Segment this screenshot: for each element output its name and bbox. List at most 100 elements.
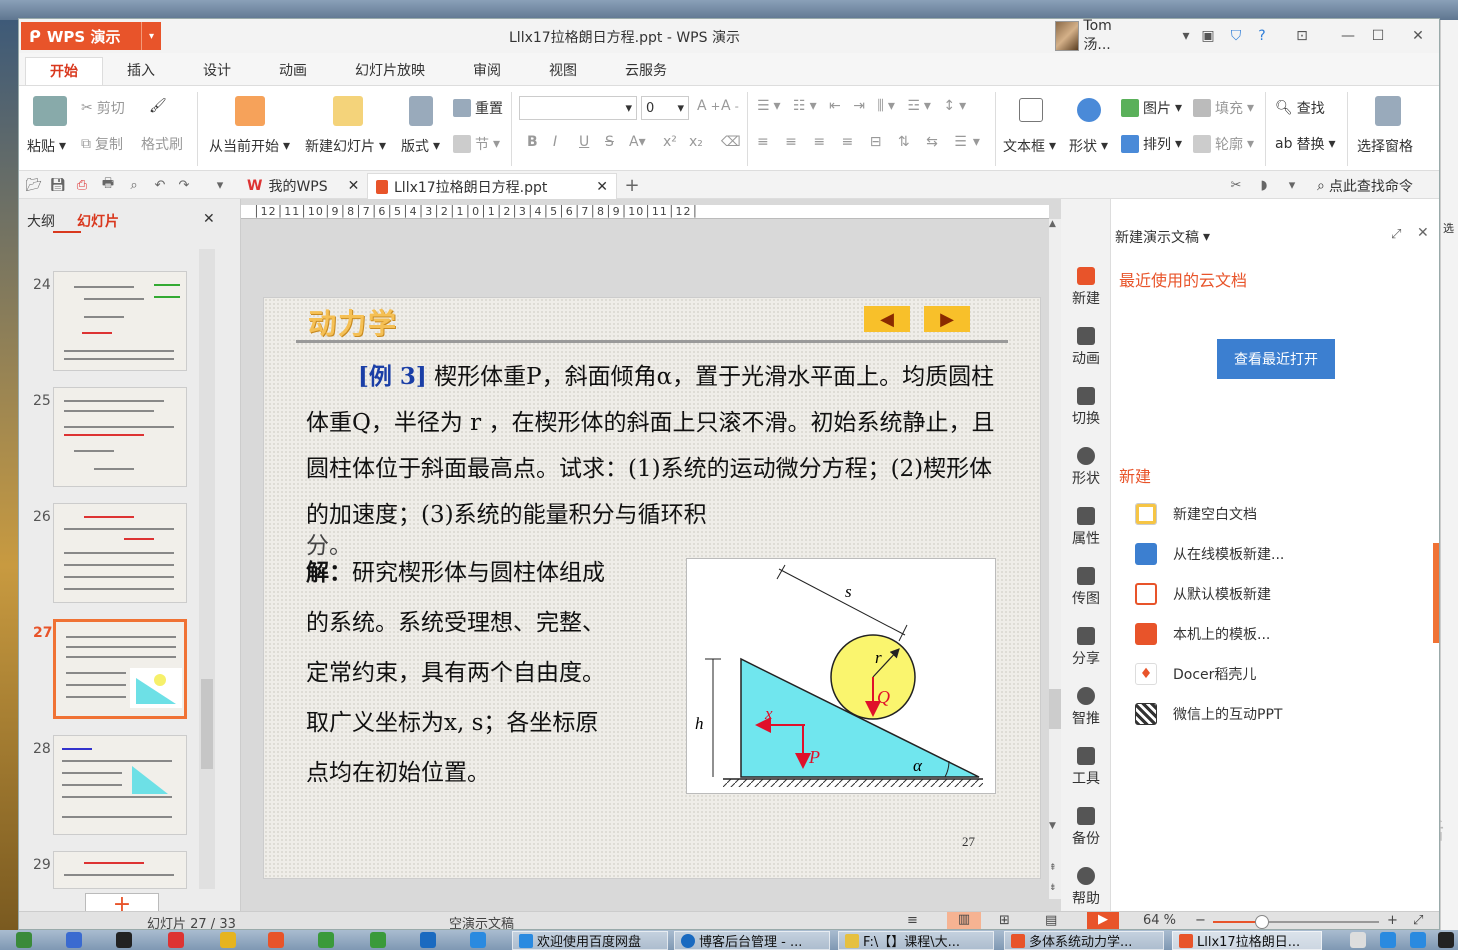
task-share[interactable]: 分享 xyxy=(1061,627,1111,668)
task-recommend[interactable]: 智推 xyxy=(1061,687,1111,728)
fill-button[interactable]: 填充 ▾ xyxy=(1193,98,1254,118)
tab-cloud[interactable]: 云服务 xyxy=(601,57,691,85)
restore-ribbon-icon[interactable]: ⊡ xyxy=(1291,25,1313,47)
bold-button[interactable]: B xyxy=(527,134,538,150)
task-upload[interactable]: 传图 xyxy=(1061,567,1111,608)
docer-templates[interactable]: ♦ Docer稻壳儿 xyxy=(1135,663,1256,685)
print-preview-icon[interactable]: ⌕ xyxy=(125,176,143,194)
app-icon[interactable] xyxy=(116,932,132,948)
tray-icon[interactable] xyxy=(1350,932,1366,948)
previous-slide-button[interactable]: ◀ xyxy=(864,306,910,332)
task-properties[interactable]: 属性 xyxy=(1061,507,1111,548)
open-icon[interactable]: 📂︎ xyxy=(25,176,43,194)
picture-button[interactable]: 图片 ▾ xyxy=(1121,98,1182,118)
taskbar-baidu-netdisk[interactable]: 欢迎使用百度网盘 xyxy=(512,931,668,950)
local-templates[interactable]: 本机上的模板... xyxy=(1135,623,1270,645)
format-painter-icon[interactable]: 🖌 xyxy=(149,98,167,114)
reading-view-icon[interactable]: ▤ xyxy=(1045,913,1057,928)
copy-button[interactable]: ⧉ 复制 xyxy=(81,134,123,154)
paragraph-tools-row1[interactable]: ☰▾ ☷▾ ⇤ ⇥ ⫼▾ ☲▾ ↕▾ xyxy=(757,98,970,114)
notes-icon[interactable]: ≡ xyxy=(907,913,918,928)
shape-button[interactable]: 形状 ▾ xyxy=(1069,136,1108,156)
task-new[interactable]: 新建 xyxy=(1061,267,1111,308)
from-current-button[interactable]: 从当前开始 ▾ xyxy=(209,136,290,156)
zoom-out-icon[interactable]: − xyxy=(1195,913,1206,928)
redo-icon[interactable]: ↷ xyxy=(175,176,193,194)
undock-icon[interactable]: ⤢ xyxy=(1391,227,1401,242)
skin-icon[interactable]: ▣ xyxy=(1197,25,1219,47)
close-icon[interactable]: ✕ xyxy=(596,179,608,195)
next-page-icon[interactable]: ⇟ xyxy=(1049,883,1057,893)
app-icon[interactable] xyxy=(66,932,82,948)
new-from-online-template[interactable]: 从在线模板新建... xyxy=(1135,543,1284,565)
taskbar-multibody[interactable]: 多体系统动力学... xyxy=(1004,931,1164,950)
zoom-slider-thumb[interactable] xyxy=(1255,915,1269,929)
thumbnail-scrollbar[interactable] xyxy=(199,249,215,889)
taskbar-explorer[interactable]: F:\【】课程\大... xyxy=(838,931,994,950)
tab-my-wps[interactable]: W 我的WPS ✕ xyxy=(239,173,367,199)
font-size-select[interactable]: 0 ▾ xyxy=(641,96,689,120)
slide-thumbnail-24[interactable] xyxy=(53,271,187,371)
close-icon[interactable]: ✕ xyxy=(1417,225,1429,241)
new-blank-doc[interactable]: 新建空白文档 xyxy=(1135,503,1257,525)
tab-review[interactable]: 审阅 xyxy=(449,57,525,85)
selection-pane-button[interactable]: 选择窗格 xyxy=(1357,136,1413,156)
search-command[interactable]: ⌕ 点此查找命令 xyxy=(1317,176,1413,196)
print-icon[interactable]: 🖶 xyxy=(99,176,117,194)
slide-thumbnail-26[interactable] xyxy=(53,503,187,603)
close-icon[interactable]: ✕ xyxy=(348,178,360,194)
app-icon[interactable] xyxy=(318,932,334,948)
slideshow-icon[interactable] xyxy=(235,96,265,126)
prev-page-icon[interactable]: ⇞ xyxy=(1049,863,1057,873)
underline-button[interactable]: U xyxy=(579,134,589,150)
slide-thumbnail-29[interactable] xyxy=(53,851,187,889)
panel-collapse-handle[interactable] xyxy=(1433,543,1439,643)
paste-icon[interactable] xyxy=(33,96,67,126)
strikethrough-button[interactable]: S xyxy=(605,134,614,150)
cut-button[interactable]: ✂ 剪切 xyxy=(81,98,125,118)
chevron-down-icon[interactable]: ▾ xyxy=(141,22,161,50)
zoom-in-icon[interactable]: + xyxy=(1387,913,1398,928)
chevron-down-icon[interactable]: ▾ xyxy=(1175,25,1197,47)
app-icon[interactable] xyxy=(168,932,184,948)
slide-sorter-icon[interactable]: ⊞ xyxy=(999,913,1010,928)
panel-header[interactable]: 新建演示文稿 ▾ xyxy=(1115,227,1210,247)
superscript-button[interactable]: x² xyxy=(663,134,677,150)
subscript-button[interactable]: x₂ xyxy=(689,134,703,150)
tab-design[interactable]: 设计 xyxy=(179,57,255,85)
tab-slideshow[interactable]: 幻灯片放映 xyxy=(331,57,449,85)
app-icon[interactable] xyxy=(420,932,436,948)
undo-icon[interactable]: ↶ xyxy=(151,176,169,194)
tool-icon[interactable]: ▾ xyxy=(1283,176,1301,194)
user-account[interactable]: Tom汤... xyxy=(1055,19,1125,53)
task-help[interactable]: 帮助 xyxy=(1061,867,1111,908)
font-color-button[interactable]: A▾ xyxy=(629,134,646,150)
textbox-icon[interactable] xyxy=(1019,98,1043,122)
tab-document[interactable]: Lllx17拉格朗日方程.ppt ✕ xyxy=(367,173,617,199)
tray-icon[interactable] xyxy=(1410,932,1426,948)
task-backup[interactable]: 备份 xyxy=(1061,807,1111,848)
app-icon[interactable] xyxy=(16,932,32,948)
italic-button[interactable]: I xyxy=(553,134,557,150)
new-slide-icon[interactable] xyxy=(333,96,363,126)
chevron-down-icon[interactable]: ▾ xyxy=(211,176,229,194)
layout-button[interactable]: 版式 ▾ xyxy=(401,136,440,156)
maximize-icon[interactable]: ☐ xyxy=(1367,25,1389,47)
pdf-icon[interactable]: ⎙ xyxy=(73,176,91,194)
scroll-down-icon[interactable]: ▼ xyxy=(1049,821,1056,831)
textbox-button[interactable]: 文本框 ▾ xyxy=(1003,136,1056,156)
taskbar-blog-admin[interactable]: 博客后台管理 - ... xyxy=(674,931,830,950)
new-slide-button[interactable]: 新建幻灯片 ▾ xyxy=(305,136,386,156)
slide-thumbnail-25[interactable] xyxy=(53,387,187,487)
new-tab-icon[interactable]: + xyxy=(623,175,641,196)
minimize-icon[interactable]: — xyxy=(1337,25,1359,47)
shape-icon[interactable] xyxy=(1077,98,1101,122)
wechat-interactive-ppt[interactable]: 微信上的互动PPT xyxy=(1135,703,1282,725)
tab-view[interactable]: 视图 xyxy=(525,57,601,85)
tray-icon[interactable] xyxy=(1380,932,1396,948)
scrollbar-thumb[interactable] xyxy=(201,679,213,769)
tab-home[interactable]: 开始 xyxy=(25,57,103,85)
scroll-up-icon[interactable]: ▲ xyxy=(1049,219,1056,229)
app-icon[interactable] xyxy=(268,932,284,948)
shrink-font-button[interactable]: A- xyxy=(721,98,739,114)
